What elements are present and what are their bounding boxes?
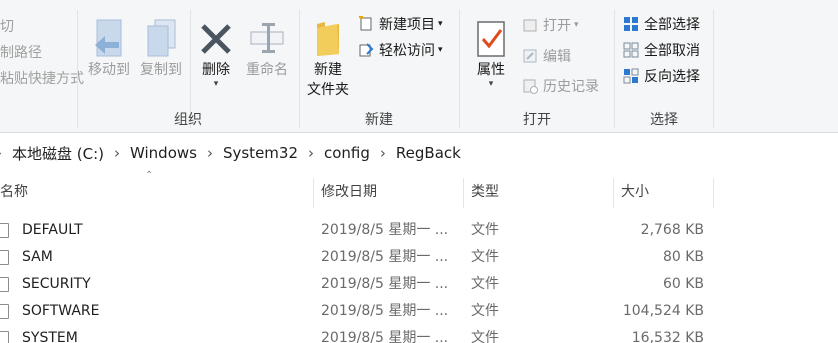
- select-all-button[interactable]: 全部选择: [622, 13, 700, 35]
- chevron-right-icon[interactable]: ›: [380, 144, 386, 162]
- table-row[interactable]: SOFTWARE 2019/8/5 星期一 ... 文件 104,524 KB: [0, 298, 838, 325]
- sort-ascending-icon: ⌃: [145, 170, 154, 181]
- column-divider[interactable]: [713, 178, 714, 208]
- file-icon: [0, 304, 9, 319]
- file-icon: [0, 277, 9, 292]
- column-divider[interactable]: [313, 178, 314, 208]
- properties-button[interactable]: 属性 ▾: [468, 14, 514, 89]
- select-none-icon: [622, 41, 640, 59]
- address-bar[interactable]: › 本地磁盘 (C:) › Windows › System32 › confi…: [0, 138, 838, 168]
- chevron-down-icon: ▾: [213, 79, 219, 89]
- rename-button[interactable]: 重命名: [242, 14, 292, 80]
- group-label-select: 选择: [650, 112, 678, 128]
- properties-icon: [468, 14, 514, 58]
- move-to-button[interactable]: 移动到: [84, 14, 134, 80]
- paste-shortcut-button[interactable]: 粘贴快捷方式: [0, 68, 84, 88]
- column-header-size[interactable]: 大小: [621, 178, 649, 208]
- table-row[interactable]: SECURITY 2019/8/5 星期一 ... 文件 60 KB: [0, 271, 838, 298]
- ribbon: 切 制路径 粘贴快捷方式 移动到 复制到 删除 ▾ 重命名 组织 新建 文件夹 …: [0, 0, 838, 133]
- breadcrumb-windows[interactable]: Windows: [130, 144, 197, 162]
- delete-x-icon: [194, 14, 238, 58]
- move-to-icon: [84, 14, 134, 58]
- edit-icon: [521, 47, 539, 65]
- open-button[interactable]: 打开 ▾: [521, 14, 579, 36]
- chevron-right-icon[interactable]: ›: [207, 144, 213, 162]
- breadcrumb-config[interactable]: config: [324, 144, 370, 162]
- copy-to-icon: [136, 14, 186, 58]
- group-label-new: 新建: [365, 112, 393, 128]
- table-row[interactable]: DEFAULT 2019/8/5 星期一 ... 文件 2,768 KB: [0, 217, 838, 244]
- column-header-row: ⌃ 名称 修改日期 类型 大小: [0, 170, 838, 208]
- history-button[interactable]: 历史记录: [521, 75, 599, 97]
- history-icon: [521, 77, 539, 95]
- file-icon: [0, 250, 9, 265]
- copy-to-button[interactable]: 复制到: [136, 14, 186, 80]
- rename-icon: [242, 14, 292, 58]
- table-row[interactable]: SYSTEM 2019/8/5 星期一 ... 文件 16,532 KB: [0, 325, 838, 343]
- file-icon: [0, 223, 9, 238]
- group-label-open: 打开: [523, 112, 551, 128]
- column-divider[interactable]: [463, 178, 464, 208]
- file-icon: [0, 331, 9, 343]
- breadcrumb-system32[interactable]: System32: [223, 144, 298, 162]
- select-all-icon: [622, 15, 640, 33]
- invert-selection-icon: [622, 67, 640, 85]
- delete-button[interactable]: 删除 ▾: [194, 14, 238, 89]
- invert-selection-button[interactable]: 反向选择: [622, 65, 700, 87]
- edit-button[interactable]: 编辑: [521, 45, 571, 67]
- chevron-right-icon[interactable]: ›: [114, 144, 120, 162]
- copy-path-button[interactable]: 制路径: [0, 42, 42, 62]
- table-row[interactable]: SAM 2019/8/5 星期一 ... 文件 80 KB: [0, 244, 838, 271]
- open-icon: [521, 16, 539, 34]
- cut-button[interactable]: 切: [0, 16, 14, 36]
- group-separator: [713, 10, 714, 128]
- column-header-type[interactable]: 类型: [471, 178, 499, 208]
- new-folder-button[interactable]: 新建 文件夹: [303, 14, 353, 100]
- easy-access-icon: [357, 41, 375, 59]
- chevron-right-icon: ›: [0, 144, 2, 162]
- new-item-button[interactable]: 新建项目 ▾: [357, 13, 443, 35]
- easy-access-button[interactable]: 轻松访问 ▾: [357, 39, 443, 61]
- select-none-button[interactable]: 全部取消: [622, 39, 700, 61]
- column-header-modified[interactable]: 修改日期: [321, 178, 377, 208]
- chevron-down-icon: ▾: [438, 45, 443, 55]
- column-header-name[interactable]: 名称: [0, 178, 28, 208]
- new-item-icon: [357, 15, 375, 33]
- column-divider[interactable]: [613, 178, 614, 208]
- folder-icon: [303, 14, 353, 58]
- group-label-organize: 组织: [174, 112, 202, 128]
- breadcrumb-drive[interactable]: 本地磁盘 (C:): [12, 143, 104, 164]
- chevron-right-icon[interactable]: ›: [308, 144, 314, 162]
- chevron-down-icon: ▾: [488, 79, 494, 89]
- chevron-down-icon: ▾: [574, 20, 579, 30]
- breadcrumb-regback[interactable]: RegBack: [396, 144, 461, 162]
- chevron-down-icon: ▾: [438, 19, 443, 29]
